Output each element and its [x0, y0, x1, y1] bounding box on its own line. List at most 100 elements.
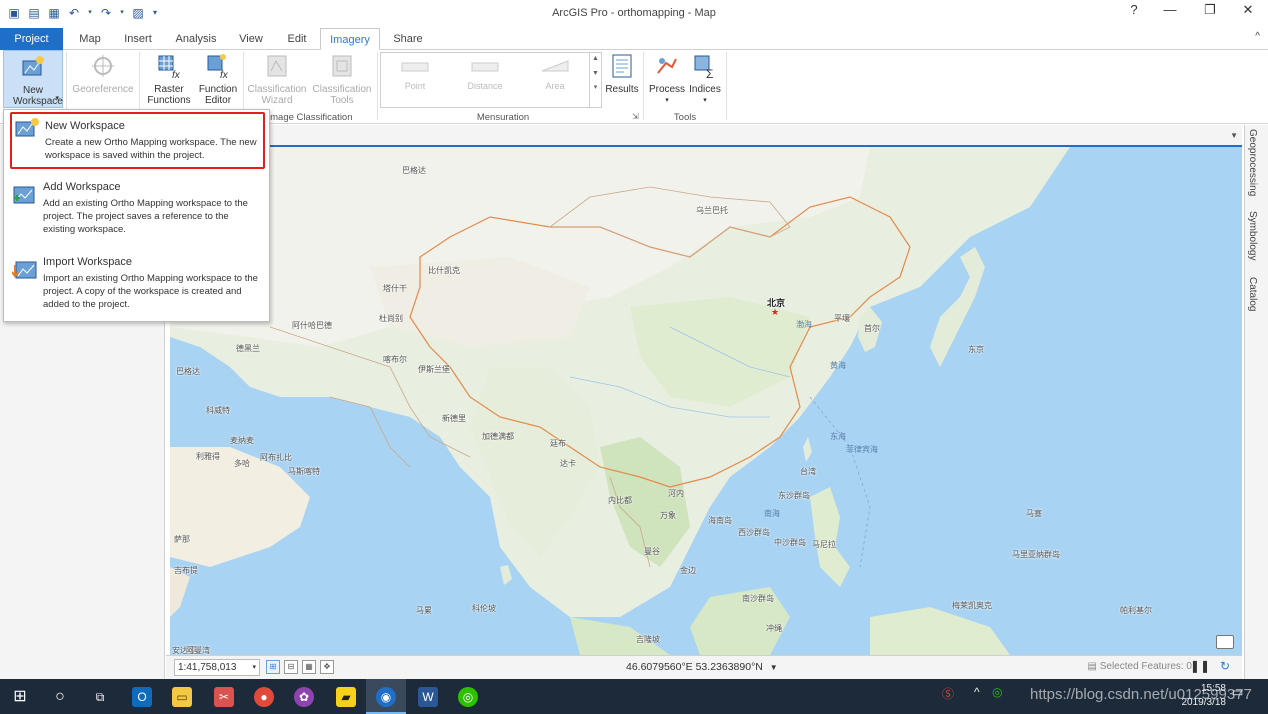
map-label: 吉布提: [174, 566, 198, 575]
map-label: 科伦坡: [472, 604, 496, 613]
chrome-icon[interactable]: ●: [254, 687, 274, 707]
tab-insert[interactable]: Insert: [116, 28, 160, 50]
coordinate-readout[interactable]: 46.6079560°E 53.2363890°N ▼: [626, 661, 778, 673]
mensuration-launcher-icon[interactable]: ⇲: [632, 112, 639, 121]
map-label: 阿布扎比: [260, 453, 292, 462]
raster-functions-icon: fx: [158, 55, 181, 81]
right-dock-tabs: Geoprocessing Symbology Catalog: [1244, 125, 1268, 679]
outlook-icon[interactable]: O: [132, 687, 152, 707]
scroll-up-icon[interactable]: ▲: [590, 55, 601, 62]
map-label: 马斯喀特: [288, 467, 320, 476]
scroll-down-icon[interactable]: ▼: [590, 70, 601, 77]
map-label: 科威特: [206, 406, 230, 415]
tray-wechat-icon[interactable]: ◎: [992, 685, 1002, 699]
svg-text:Σ: Σ: [706, 67, 713, 79]
scale-selector[interactable]: 1:41,758,013 ▾: [174, 659, 260, 676]
task-view-icon[interactable]: ⧉: [90, 687, 110, 707]
refresh-button[interactable]: ↻: [1220, 659, 1230, 673]
notification-icon[interactable]: ▭: [1232, 685, 1243, 699]
photos-icon[interactable]: ✿: [294, 687, 314, 707]
restore-button[interactable]: ❐: [1190, 2, 1230, 18]
process-dropdown-icon: ▾: [665, 97, 669, 104]
classification-tools-button[interactable]: Classification Tools: [310, 50, 374, 108]
menu-item-add-workspace[interactable]: Add Workspace Add an existing Ortho Mapp…: [10, 181, 265, 241]
menu-item-new-workspace[interactable]: New Workspace Create a new Ortho Mapping…: [10, 112, 265, 169]
results-button[interactable]: Results: [604, 50, 640, 108]
map-label: 海南岛: [708, 516, 732, 525]
new-workspace-dropdown-icon: ▾: [55, 95, 59, 102]
map-label: 内比都: [608, 496, 632, 505]
file-explorer-icon[interactable]: ▭: [172, 687, 192, 707]
indices-icon: Σ: [694, 55, 713, 81]
table-icon[interactable]: ▦: [302, 660, 316, 674]
indices-button[interactable]: Σ Indices ▾: [687, 50, 723, 108]
map-label: 塔什干: [383, 284, 407, 293]
pan-icon[interactable]: ✥: [320, 660, 334, 674]
function-editor-button[interactable]: fx Function Editor: [196, 50, 240, 108]
gallery-expand-icon[interactable]: ▾: [590, 83, 601, 91]
map-label: 吉隆坡: [636, 635, 660, 644]
tab-catalog[interactable]: Catalog: [1247, 277, 1258, 311]
tab-view[interactable]: View: [232, 28, 270, 50]
tray-app-icon[interactable]: Ⓢ: [942, 685, 954, 702]
raster-functions-button[interactable]: fx Raster Functions: [142, 50, 196, 108]
word-icon[interactable]: W: [418, 687, 438, 707]
process-button[interactable]: Process ▾: [647, 50, 687, 108]
minimize-button[interactable]: —: [1150, 2, 1190, 17]
new-workspace-button[interactable]: New Workspace ▾: [3, 50, 63, 108]
tab-share[interactable]: Share: [386, 28, 430, 50]
start-icon[interactable]: ⊞: [10, 687, 30, 707]
tab-edit[interactable]: Edit: [278, 28, 316, 50]
map-overview-icon[interactable]: [1216, 635, 1234, 649]
ribbon-separator: [377, 52, 378, 120]
close-button[interactable]: ✕: [1228, 2, 1268, 18]
distance-icon: [471, 62, 499, 72]
help-button[interactable]: ?: [1114, 2, 1154, 17]
classification-wizard-button[interactable]: Classification Wizard: [246, 50, 308, 108]
gallery-scrollbar[interactable]: ▲ ▼ ▾: [589, 53, 601, 107]
mensuration-point-label: Point: [404, 81, 426, 91]
map-label: 马塞: [1026, 509, 1042, 518]
coordinate-value: 46.6079560°E 53.2363890°N: [626, 661, 763, 673]
map-label: 冲绳: [766, 624, 782, 633]
results-label: Results: [605, 84, 639, 95]
mensuration-point-button[interactable]: Point: [385, 62, 445, 91]
ribbon-separator: [643, 52, 644, 120]
tab-analysis[interactable]: Analysis: [168, 28, 224, 50]
mensuration-distance-button[interactable]: Distance: [455, 62, 515, 91]
collapse-ribbon-icon[interactable]: ^: [1255, 31, 1260, 42]
tab-map[interactable]: Map: [70, 28, 110, 50]
map-status-bar: 1:41,758,013 ▾ ⊞ ⊟ ▦ ✥ 46.6079560°E 53.2…: [166, 655, 1242, 679]
pause-drawing-button[interactable]: ❚❚: [1190, 659, 1210, 673]
mensuration-area-button[interactable]: Area: [525, 60, 585, 91]
tray-expand-icon[interactable]: ^: [974, 685, 980, 699]
ortho-workspace-icon: [22, 56, 44, 76]
arcgis-pro-icon[interactable]: ◉: [376, 687, 396, 707]
selected-features[interactable]: ▤ Selected Features: 0: [1087, 661, 1192, 672]
grid-icon[interactable]: ⊟: [284, 660, 298, 674]
view-tabs-dropdown-icon[interactable]: ▼: [1230, 131, 1238, 140]
sticky-notes-icon[interactable]: ▰: [336, 687, 356, 707]
taskbar-clock[interactable]: 15:58 2019/3/18: [1182, 682, 1227, 710]
snipping-tool-icon[interactable]: ✂: [214, 687, 234, 707]
map-label: 巴格达: [176, 367, 200, 376]
function-editor-icon: fx: [207, 54, 229, 81]
tab-project[interactable]: Project: [0, 28, 63, 50]
map-view[interactable]: ★ 巴格达 乌兰巴托 比什凯克 塔什干 杜尚别 阿什哈巴德 德黑兰 喀布尔 伊斯…: [170, 147, 1242, 655]
tab-imagery[interactable]: Imagery: [320, 28, 380, 50]
map-label: 廷布: [550, 439, 566, 448]
group-tools-label: Tools: [673, 112, 697, 123]
search-icon[interactable]: ○: [50, 687, 70, 707]
snap-icon[interactable]: ⊞: [266, 660, 280, 674]
tab-symbology[interactable]: Symbology: [1247, 211, 1258, 260]
wechat-icon[interactable]: ◎: [458, 687, 478, 707]
map-label-sea: 渤海: [796, 320, 812, 329]
new-workspace-label: New Workspace: [13, 85, 63, 107]
map-label: 中沙群岛: [774, 538, 806, 547]
point-icon: [401, 62, 429, 72]
menu-item-import-workspace[interactable]: Import Workspace Import an existing Orth…: [10, 256, 265, 316]
map-label: 德黑兰: [236, 344, 260, 353]
tab-geoprocessing[interactable]: Geoprocessing: [1247, 129, 1258, 196]
map-label: 梅莱凯奥克: [952, 601, 992, 610]
georeference-button[interactable]: Georeference: [70, 50, 136, 108]
